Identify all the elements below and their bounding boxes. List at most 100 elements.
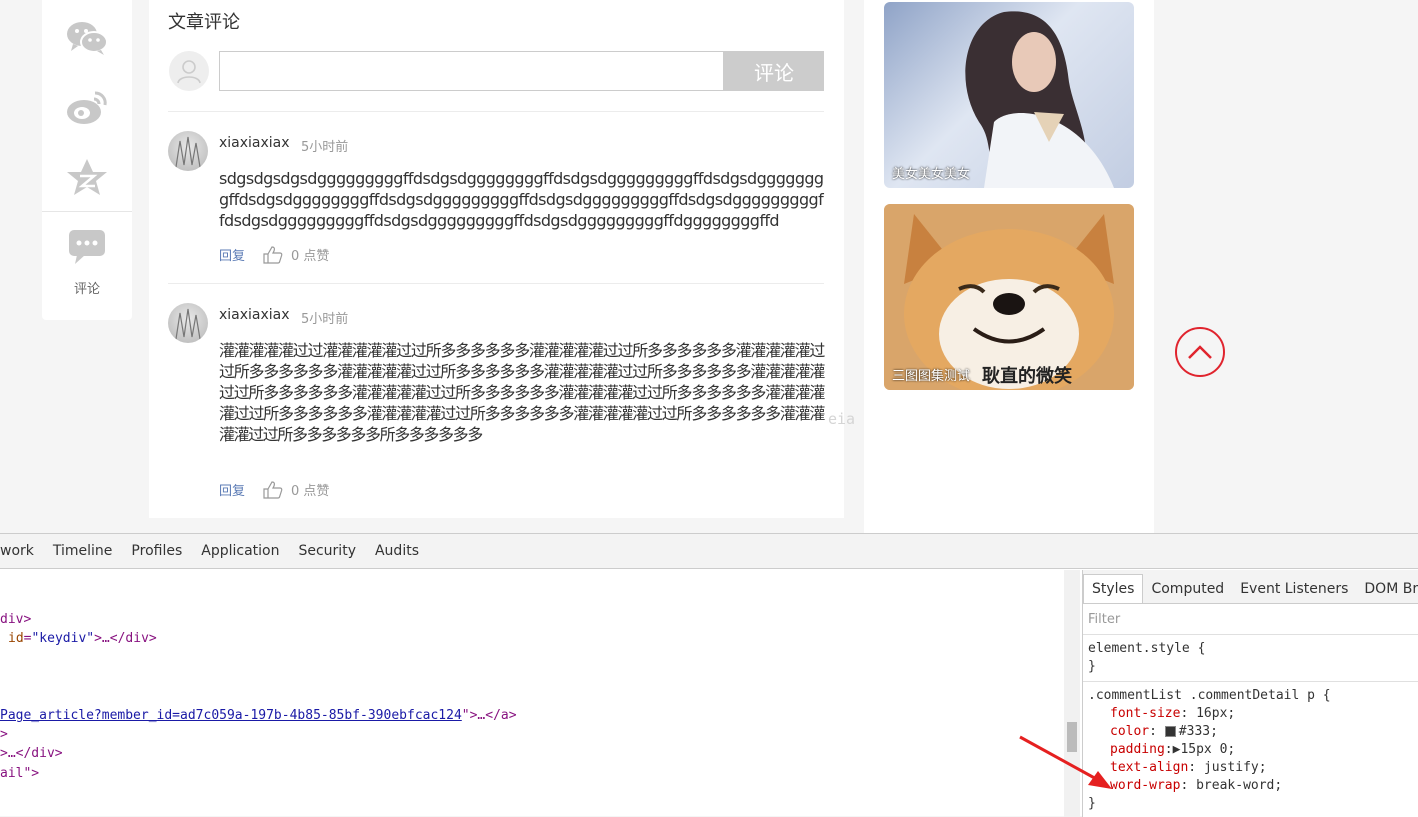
- prop-value: 15px 0;: [1180, 742, 1236, 757]
- dom-node[interactable]: div>: [0, 612, 31, 627]
- tab-computed[interactable]: Computed: [1143, 581, 1232, 603]
- tab-audits[interactable]: Audits: [375, 543, 419, 559]
- dom-attr-name: id: [8, 631, 24, 646]
- divider: [168, 283, 824, 284]
- css-prop-text-align[interactable]: text-align: justify;: [1110, 759, 1267, 777]
- tab-profiles[interactable]: Profiles: [131, 543, 182, 559]
- css-prop-color[interactable]: color: #333;: [1110, 723, 1218, 741]
- comment-actions: 回复 0 点赞: [219, 480, 329, 499]
- tab-dom-breakpoints[interactable]: DOM Breakp: [1356, 581, 1418, 603]
- share-sidebar: 评论: [42, 0, 132, 320]
- wechat-icon: [67, 22, 108, 55]
- tab-timeline[interactable]: Timeline: [53, 543, 113, 559]
- qzone-share-button[interactable]: [42, 147, 132, 207]
- dom-tag-rest: >…</div>: [94, 631, 157, 646]
- thumbs-up-icon[interactable]: [263, 480, 283, 499]
- gallery-caption: 三图图集测试: [892, 369, 971, 384]
- article-page: 评论 文章评论 评论 xiaxiaxiax 5小时前 sdgsdgsdgsdgg…: [0, 0, 1418, 533]
- comment-username[interactable]: xiaxiaxiax: [219, 307, 290, 323]
- prop-name: text-align: [1110, 760, 1189, 775]
- devtools-tabbar: work Timeline Profiles Application Secur…: [0, 534, 1418, 569]
- comment-label: 评论: [73, 282, 100, 297]
- avatar-image: [175, 308, 201, 340]
- avatar: [168, 303, 208, 343]
- comment-text: 灌灌灌灌灌过过灌灌灌灌灌过过所多多多多多多灌灌灌灌灌过过所多多多多多多灌灌灌灌灌…: [219, 341, 825, 444]
- comment-input[interactable]: [219, 51, 724, 91]
- prop-value: 16px;: [1196, 706, 1236, 721]
- styles-filter-input[interactable]: Filter: [1088, 612, 1120, 627]
- gallery-caption: 美女美女美女: [892, 167, 971, 182]
- weibo-icon: [67, 91, 107, 124]
- tab-styles[interactable]: Styles: [1083, 574, 1144, 603]
- submit-comment-button[interactable]: 评论: [724, 51, 824, 91]
- rule-close: }: [1088, 659, 1096, 674]
- dom-node[interactable]: Page_article?member_id=ad7c059a-197b-4b8…: [0, 708, 517, 723]
- styles-tabbar: Styles Computed Event Listeners DOM Brea…: [1083, 570, 1418, 604]
- back-to-top-button[interactable]: [1175, 327, 1225, 377]
- prop-value: break-word;: [1196, 778, 1283, 793]
- comment-item: xiaxiaxiax 5小时前 sdgsdgsdgsdgggggggggffds…: [168, 131, 824, 271]
- tab-application[interactable]: Application: [201, 543, 279, 559]
- like-count: 0 点赞: [291, 249, 330, 264]
- current-user-avatar: [169, 51, 209, 91]
- dom-node[interactable]: id="keydiv">…</div>: [8, 631, 157, 646]
- rule-selector: element.style {: [1088, 641, 1206, 656]
- qzone-icon: [67, 159, 107, 195]
- wechat-share-button[interactable]: [42, 8, 132, 68]
- like-count: 0 点赞: [291, 484, 330, 499]
- divider: [1083, 634, 1418, 635]
- comment-jump-button[interactable]: [42, 217, 132, 277]
- photo-overlay-text: 耿直的微笑: [982, 366, 1072, 387]
- watermark: eia: [828, 410, 856, 428]
- gallery-card[interactable]: 美女美女美女: [884, 2, 1134, 188]
- rule-selector: .commentList .commentDetail p {: [1088, 688, 1331, 703]
- chevron-up-icon: [1188, 345, 1212, 359]
- reply-link[interactable]: 回复: [219, 245, 245, 264]
- dom-node[interactable]: >…</div>: [0, 746, 63, 761]
- comment-time: 5小时前: [301, 140, 349, 155]
- rule-close: }: [1088, 796, 1096, 811]
- reply-link[interactable]: 回复: [219, 480, 245, 499]
- prop-name: padding: [1110, 742, 1165, 757]
- prop-value: #333;: [1178, 724, 1218, 739]
- element-style-rule: element.style {: [1088, 640, 1205, 658]
- avatar-image: [175, 136, 201, 168]
- tab-security[interactable]: Security: [298, 543, 356, 559]
- elements-tree: div> id="keydiv">…</div> Page_article?me…: [0, 570, 1064, 817]
- color-swatch[interactable]: [1164, 726, 1176, 737]
- prop-name: font-size: [1110, 706, 1181, 721]
- devtools-panel: work Timeline Profiles Application Secur…: [0, 533, 1418, 817]
- dom-tag-rest: ">…</a>: [461, 708, 517, 723]
- thumbs-up-icon[interactable]: [263, 245, 283, 264]
- woman-photo: [965, 11, 1114, 188]
- css-prop-font-size[interactable]: font-size: 16px;: [1110, 705, 1235, 723]
- divider: [1083, 681, 1418, 682]
- comment-panel: 文章评论 评论 xiaxiaxiax 5小时前 sdgsdgsdgsdggggg…: [149, 0, 844, 518]
- dom-link[interactable]: Page_article?member_id=ad7c059a-197b-4b8…: [0, 708, 462, 723]
- comment-icon: [69, 230, 105, 264]
- comment-text: sdgsdgsdgsdgggggggggffdsdgsdggggggggffds…: [219, 169, 824, 230]
- css-prop-word-wrap[interactable]: word-wrap: break-word;: [1110, 777, 1282, 795]
- css-prop-padding[interactable]: padding:▶15px 0;: [1110, 741, 1235, 759]
- prop-name: word-wrap: [1110, 778, 1181, 793]
- prop-value: justify;: [1203, 760, 1267, 775]
- right-column: 美女美女美女 三图图集测试 耿直的微笑: [864, 0, 1154, 533]
- annotation-arrow-icon: [1019, 735, 1112, 789]
- gallery-card[interactable]: 三图图集测试 耿直的微笑: [884, 204, 1134, 390]
- comment-item: xiaxiaxiax 5小时前 灌灌灌灌灌过过灌灌灌灌灌过过所多多多多多多灌灌灌…: [168, 303, 825, 503]
- dom-node[interactable]: >: [0, 727, 8, 742]
- user-placeholder-icon: [177, 60, 201, 84]
- section-title: 文章评论: [168, 12, 240, 33]
- comment-username[interactable]: xiaxiaxiax: [219, 135, 290, 151]
- comment-actions: 回复 0 点赞: [219, 245, 329, 264]
- tab-network[interactable]: work: [0, 543, 34, 559]
- dom-node[interactable]: ail">: [0, 766, 39, 781]
- tab-event-listeners[interactable]: Event Listeners: [1232, 581, 1356, 603]
- avatar: [168, 131, 208, 171]
- weibo-share-button[interactable]: [42, 77, 132, 137]
- divider: [168, 111, 824, 112]
- styles-pane: Styles Computed Event Listeners DOM Brea…: [1082, 570, 1418, 817]
- share-divider: [42, 211, 132, 212]
- dom-attr-value: "keydiv": [31, 631, 95, 646]
- comment-time: 5小时前: [301, 312, 349, 327]
